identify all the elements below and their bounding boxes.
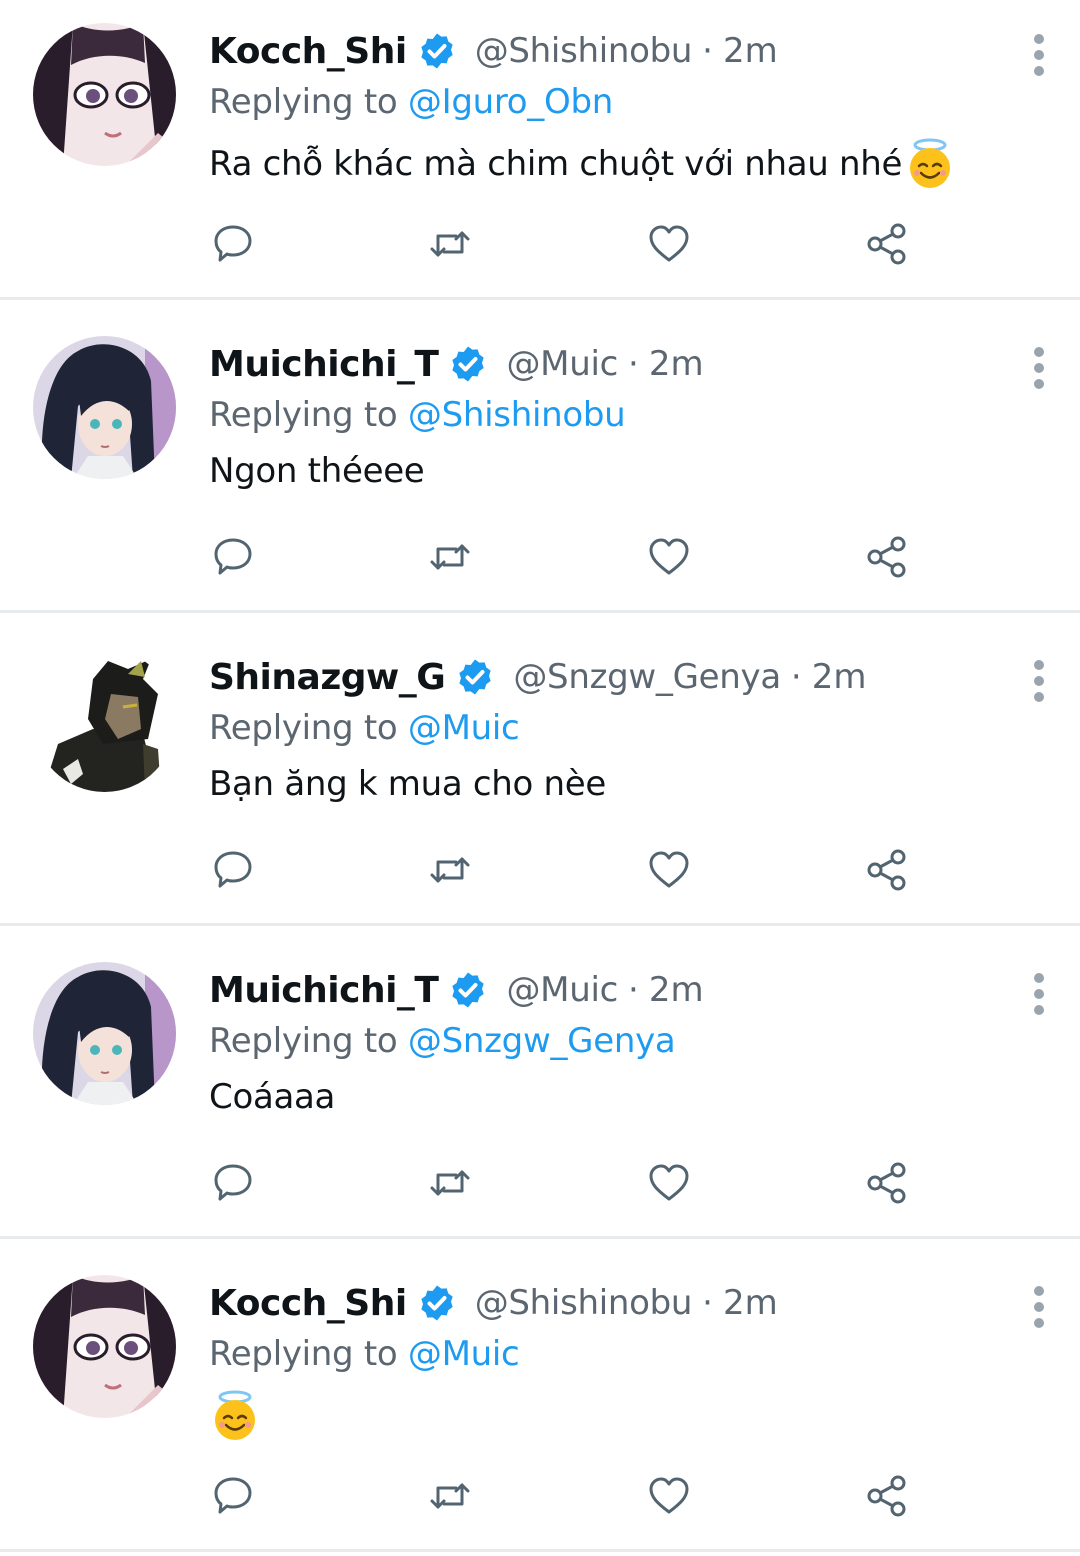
- reply-mention-link[interactable]: @Muic: [408, 1334, 520, 1374]
- tweet-header: Muichichi_T @Muic · 2m: [209, 965, 704, 1015]
- display-name[interactable]: Shinazgw_G: [209, 657, 446, 698]
- replying-to-line: Replying to @Muic: [209, 1334, 520, 1374]
- replying-prefix: Replying to: [209, 708, 398, 748]
- user-handle[interactable]: @Snzgw_Genya: [513, 657, 781, 697]
- verified-badge-icon: [417, 1283, 457, 1323]
- avatar-kocch-shi[interactable]: [33, 1275, 176, 1418]
- display-name[interactable]: Muichichi_T: [209, 344, 439, 385]
- tweet-item[interactable]: Shinazgw_G @Snzgw_Genya · 2m Replying to…: [0, 626, 1080, 926]
- replying-prefix: Replying to: [209, 82, 398, 122]
- reply-mention-link[interactable]: @Iguro_Obn: [408, 82, 613, 122]
- avatar-muichichi-t[interactable]: [33, 336, 176, 479]
- more-options-icon[interactable]: [1024, 1284, 1054, 1330]
- reply-icon[interactable]: [211, 222, 255, 266]
- avatar-image: [33, 336, 176, 479]
- heart-icon[interactable]: [647, 535, 691, 579]
- reply-icon[interactable]: [211, 535, 255, 579]
- tweet-header: Muichichi_T @Muic · 2m: [209, 339, 704, 389]
- avatar-muichichi-t[interactable]: [33, 962, 176, 1105]
- tweet-text: Ra chỗ khác mà chim chuột với nhau nhé: [209, 138, 956, 190]
- tweet-item[interactable]: Muichichi_T @Muic · 2m Replying to @Snzg…: [0, 939, 1080, 1239]
- verified-badge-icon: [417, 31, 457, 71]
- retweet-icon[interactable]: [428, 1161, 472, 1205]
- display-name[interactable]: Kocch_Shi: [209, 1283, 407, 1324]
- user-handle[interactable]: @Shishinobu: [475, 31, 693, 71]
- replying-to-line: Replying to @Muic: [209, 708, 520, 748]
- display-name[interactable]: Muichichi_T: [209, 970, 439, 1011]
- replying-to-line: Replying to @Iguro_Obn: [209, 82, 613, 122]
- tweet-text: [209, 1390, 261, 1442]
- tweet-text-content: Ngon théeee: [209, 451, 425, 491]
- verified-badge-icon: [448, 344, 488, 384]
- tweet-text: Ngon théeee: [209, 451, 425, 491]
- separator-dot: ·: [628, 344, 639, 384]
- tweet-text: Coáaaa: [209, 1077, 335, 1117]
- tweet-item[interactable]: Muichichi_T @Muic · 2m Replying to @Shis…: [0, 313, 1080, 613]
- separator-dot: ·: [702, 31, 713, 71]
- smiling-face-with-halo-icon: [209, 1390, 261, 1442]
- verified-badge-icon: [455, 657, 495, 697]
- display-name[interactable]: Kocch_Shi: [209, 31, 407, 72]
- replying-to-line: Replying to @Snzgw_Genya: [209, 1021, 676, 1061]
- avatar-kocch-shi[interactable]: [33, 23, 176, 166]
- retweet-icon[interactable]: [428, 222, 472, 266]
- retweet-icon[interactable]: [428, 848, 472, 892]
- share-icon[interactable]: [865, 535, 909, 579]
- tweet-text: Bạn ăng k mua cho nèe: [209, 764, 606, 804]
- tweet-text-content: Bạn ăng k mua cho nèe: [209, 764, 607, 804]
- smiling-face-with-halo-icon: [904, 138, 956, 190]
- reply-mention-link[interactable]: @Shishinobu: [408, 395, 626, 435]
- more-options-icon[interactable]: [1024, 32, 1054, 78]
- reply-icon[interactable]: [211, 1161, 255, 1205]
- separator-dot: ·: [790, 657, 802, 697]
- avatar-image: [33, 1275, 176, 1418]
- separator-dot: ·: [702, 1283, 713, 1323]
- avatar-image: [33, 962, 176, 1105]
- share-icon[interactable]: [865, 848, 909, 892]
- replying-to-line: Replying to @Shishinobu: [209, 395, 626, 435]
- tweet-header: Kocch_Shi @Shishinobu · 2m: [209, 1278, 778, 1328]
- tweet-text-content: Ra chỗ khác mà chim chuột với nhau nhé: [209, 144, 903, 184]
- user-handle[interactable]: @Shishinobu: [475, 1283, 693, 1323]
- more-options-icon[interactable]: [1024, 971, 1054, 1017]
- reply-mention-link[interactable]: @Muic: [408, 708, 520, 748]
- tweet-item[interactable]: Kocch_Shi @Shishinobu · 2m Replying to @…: [0, 1252, 1080, 1552]
- timestamp[interactable]: 2m: [649, 970, 704, 1010]
- tweet-header: Shinazgw_G @Snzgw_Genya · 2m: [209, 652, 866, 702]
- timestamp[interactable]: 2m: [812, 657, 867, 697]
- retweet-icon[interactable]: [428, 1474, 472, 1518]
- tweet-text-content: Coáaaa: [209, 1077, 336, 1117]
- more-options-icon[interactable]: [1024, 658, 1054, 704]
- replying-prefix: Replying to: [209, 395, 398, 435]
- retweet-icon[interactable]: [428, 535, 472, 579]
- timestamp[interactable]: 2m: [649, 344, 704, 384]
- avatar-image: [33, 23, 176, 166]
- more-options-icon[interactable]: [1024, 345, 1054, 391]
- reply-icon[interactable]: [211, 1474, 255, 1518]
- reply-mention-link[interactable]: @Snzgw_Genya: [408, 1021, 676, 1061]
- heart-icon[interactable]: [647, 222, 691, 266]
- verified-badge-icon: [448, 970, 488, 1010]
- separator-dot: ·: [628, 970, 639, 1010]
- avatar-image: [33, 649, 176, 792]
- replying-prefix: Replying to: [209, 1334, 398, 1374]
- heart-icon[interactable]: [647, 1161, 691, 1205]
- heart-icon[interactable]: [647, 848, 691, 892]
- reply-timeline: Kocch_Shi @Shishinobu · 2m Replying to @…: [0, 0, 1080, 1556]
- timestamp[interactable]: 2m: [723, 31, 778, 71]
- replying-prefix: Replying to: [209, 1021, 398, 1061]
- reply-icon[interactable]: [211, 848, 255, 892]
- user-handle[interactable]: @Muic: [506, 344, 618, 384]
- user-handle[interactable]: @Muic: [506, 970, 618, 1010]
- share-icon[interactable]: [865, 222, 909, 266]
- timestamp[interactable]: 2m: [723, 1283, 778, 1323]
- avatar-shinazgw-g[interactable]: [33, 649, 176, 792]
- heart-icon[interactable]: [647, 1474, 691, 1518]
- tweet-item[interactable]: Kocch_Shi @Shishinobu · 2m Replying to @…: [0, 0, 1080, 300]
- tweet-header: Kocch_Shi @Shishinobu · 2m: [209, 26, 778, 76]
- share-icon[interactable]: [865, 1474, 909, 1518]
- share-icon[interactable]: [865, 1161, 909, 1205]
